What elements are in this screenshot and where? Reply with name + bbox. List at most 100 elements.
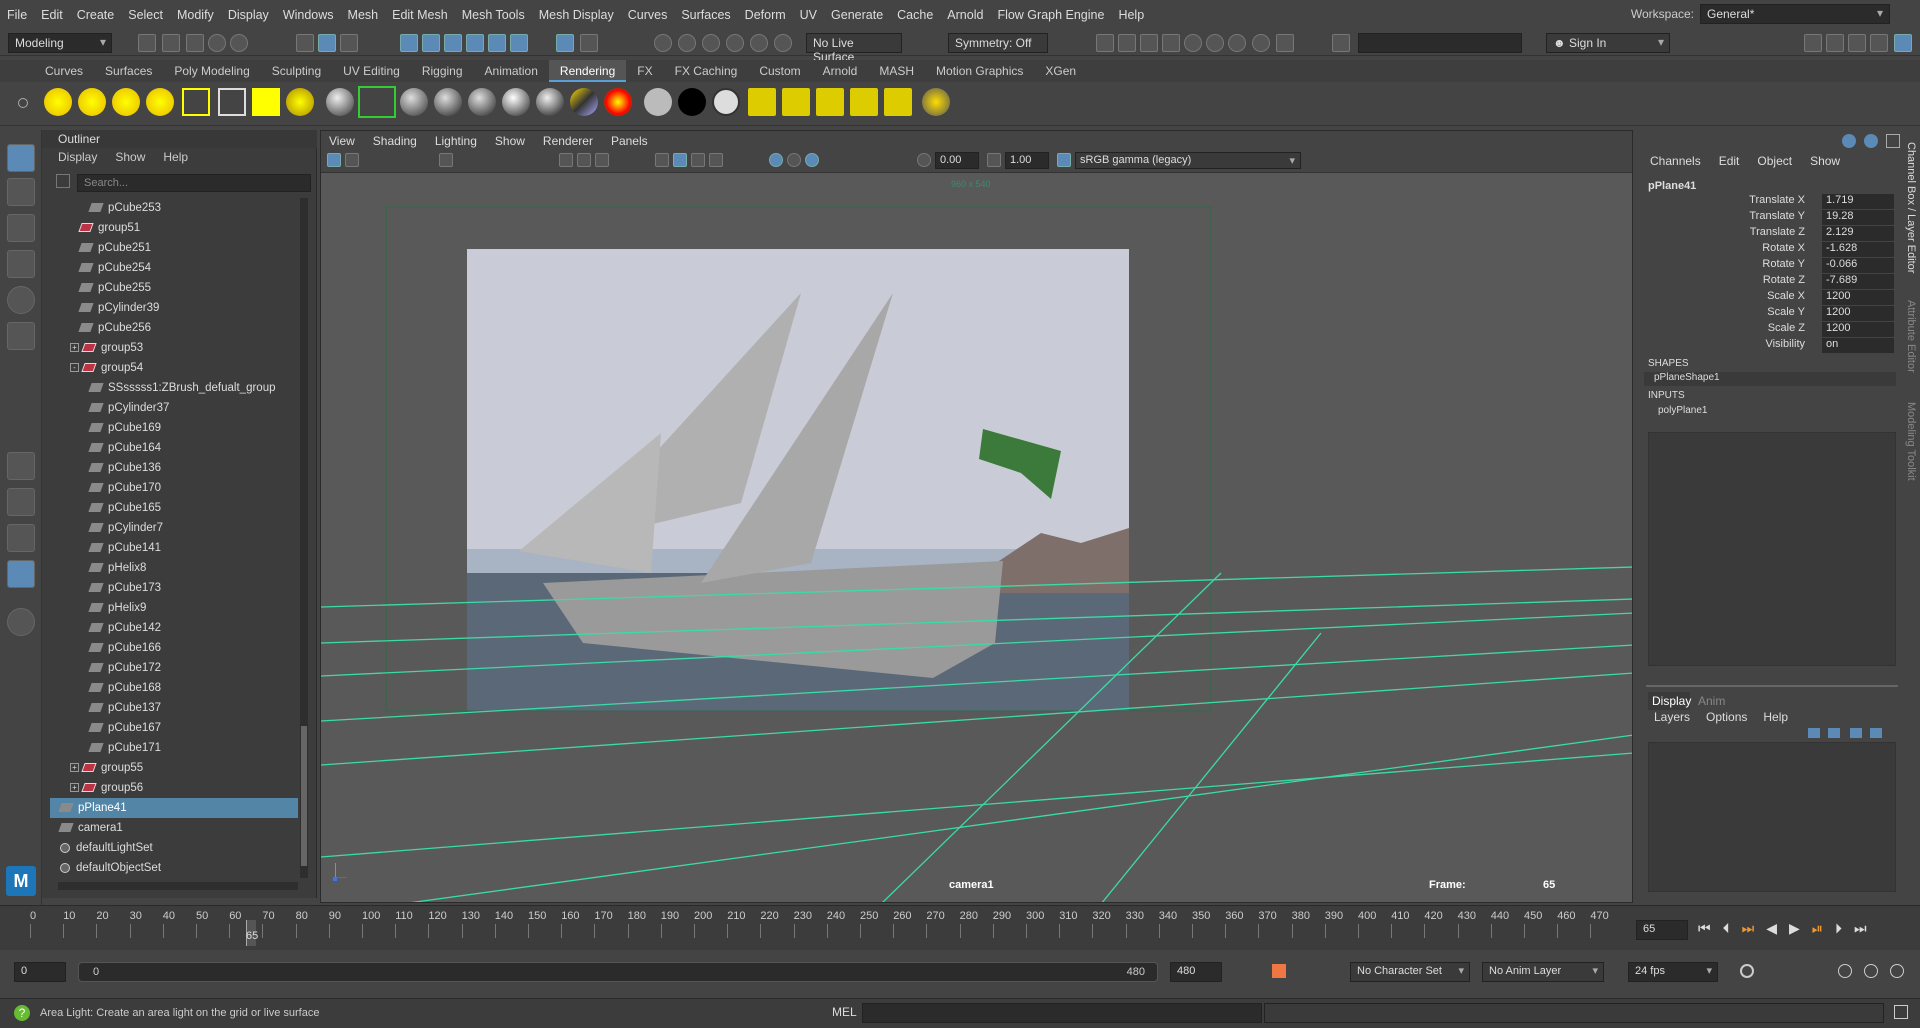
channel-attribute-value[interactable]: 19.28: [1822, 210, 1894, 225]
gamma-field[interactable]: 1.00: [1005, 152, 1049, 169]
tab-channel-box-layer-editor[interactable]: Channel Box / Layer Editor: [1905, 142, 1917, 273]
ipr-icon[interactable]: [750, 34, 768, 52]
panel-divider[interactable]: [1646, 685, 1898, 687]
rotate-tool-icon[interactable]: [7, 286, 35, 314]
channel-attribute-name[interactable]: Scale Y: [1767, 306, 1805, 318]
shelf-tab-mash[interactable]: MASH: [868, 60, 925, 82]
ai-standard-surface-icon[interactable]: [644, 88, 672, 116]
layer-menu-layers[interactable]: Layers: [1654, 710, 1690, 724]
hypershade-icon[interactable]: [1184, 34, 1202, 52]
outliner-item[interactable]: pCube253: [50, 198, 298, 218]
point-light-icon[interactable]: [112, 88, 140, 116]
channel-attribute-name[interactable]: Scale Z: [1768, 322, 1805, 334]
menu-create[interactable]: Create: [70, 8, 122, 22]
time-slider[interactable]: 0 10 20 30 40 50 60 70 80 90 100 110 120 130 140 150 160…: [0, 905, 1920, 950]
tab-display[interactable]: Display: [1648, 692, 1691, 710]
menu-set-dropdown[interactable]: Modeling: [8, 33, 112, 53]
construction-history-icon[interactable]: [654, 34, 672, 52]
blinn-material-icon[interactable]: [326, 88, 354, 116]
output-ops-icon[interactable]: [702, 34, 720, 52]
outliner-item[interactable]: pCube255: [50, 278, 298, 298]
perspective-viewport[interactable]: View Shading Lighting Show Renderer Panels 0.…: [320, 130, 1633, 903]
menu-arnold[interactable]: Arnold: [940, 8, 990, 22]
channel-attribute-name[interactable]: Translate Y: [1749, 210, 1805, 222]
channel-attribute-value[interactable]: 1200: [1822, 322, 1894, 337]
fps-dropdown[interactable]: 24 fps: [1628, 962, 1718, 982]
outliner-item[interactable]: pCube164: [50, 438, 298, 458]
channel-box-icon[interactable]: [1870, 34, 1888, 52]
loop-icon[interactable]: [1740, 964, 1754, 978]
expand-toggle-icon[interactable]: +: [70, 763, 79, 773]
viewport-menu-view[interactable]: View: [329, 131, 355, 151]
move-layer-down-icon[interactable]: [1828, 728, 1840, 738]
character-set-dropdown[interactable]: No Character Set: [1350, 962, 1470, 982]
help-icon[interactable]: ?: [14, 1005, 30, 1021]
four-view-icon[interactable]: [7, 488, 35, 516]
symmetry-dropdown[interactable]: Symmetry: Off: [948, 33, 1048, 53]
sign-in-button[interactable]: ☻ Sign In: [1546, 33, 1670, 53]
outliner-item[interactable]: pHelix8: [50, 558, 298, 578]
outliner-item[interactable]: + group53: [50, 338, 298, 358]
channel-attribute-name[interactable]: Rotate X: [1762, 242, 1805, 254]
viewport-menu-show[interactable]: Show: [495, 131, 525, 151]
smooth-shade-icon[interactable]: [673, 153, 687, 167]
select-object-icon[interactable]: [318, 34, 336, 52]
lambert-material-icon[interactable]: [400, 88, 428, 116]
shelf-tab-rendering[interactable]: Rendering: [548, 60, 627, 82]
shelf-tab-motion-graphics[interactable]: Motion Graphics: [925, 60, 1034, 82]
open-scene-icon[interactable]: [162, 34, 180, 52]
lock-icon[interactable]: [580, 34, 598, 52]
area-light-icon[interactable]: [182, 88, 210, 116]
outliner-menu-display[interactable]: Display: [58, 150, 97, 168]
select-hierarchy-icon[interactable]: [296, 34, 314, 52]
menu-edit[interactable]: Edit: [34, 8, 70, 22]
spot-light-icon[interactable]: [146, 88, 174, 116]
new-layer-icon[interactable]: [1850, 728, 1862, 738]
outliner-item[interactable]: + group56: [50, 778, 298, 798]
render-current-icon[interactable]: [782, 88, 810, 116]
layer-menu-help[interactable]: Help: [1763, 710, 1788, 724]
script-language-label[interactable]: MEL: [832, 1005, 857, 1019]
camera-attributes-icon[interactable]: [345, 153, 359, 167]
menu-mesh-display[interactable]: Mesh Display: [532, 8, 621, 22]
outliner-item[interactable]: pHelix9: [50, 598, 298, 618]
script-editor-icon[interactable]: [1894, 1005, 1908, 1019]
move-tool-icon[interactable]: [7, 250, 35, 278]
go-to-start-icon[interactable]: ⏮: [1698, 920, 1711, 937]
outliner-item[interactable]: pCube172: [50, 658, 298, 678]
directional-light-icon[interactable]: [78, 88, 106, 116]
channel-attribute-name[interactable]: Rotate Z: [1763, 274, 1805, 286]
pause-render-icon[interactable]: [1276, 34, 1294, 52]
expand-toggle-icon[interactable]: +: [70, 783, 79, 793]
outliner-item[interactable]: pCube142: [50, 618, 298, 638]
tab-attribute-editor[interactable]: Attribute Editor: [1905, 300, 1917, 373]
outliner-layout-icon[interactable]: [7, 560, 35, 588]
outliner-search-input[interactable]: Search...: [77, 174, 311, 192]
menu-cache[interactable]: Cache: [890, 8, 940, 22]
menu-mesh-tools[interactable]: Mesh Tools: [455, 8, 532, 22]
outliner-item[interactable]: pCube254: [50, 258, 298, 278]
save-scene-icon[interactable]: [186, 34, 204, 52]
outliner-item[interactable]: pCube166: [50, 638, 298, 658]
render-sequence-shelf-icon[interactable]: [816, 88, 844, 116]
redo-icon[interactable]: [230, 34, 248, 52]
current-frame-field[interactable]: 65: [1636, 920, 1688, 940]
shelf-tab-sculpting[interactable]: Sculpting: [261, 60, 332, 82]
textured-icon[interactable]: [691, 153, 705, 167]
menu-curves[interactable]: Curves: [621, 8, 675, 22]
step-back-key-icon[interactable]: ⏭: [1742, 920, 1755, 937]
command-line-input[interactable]: [862, 1003, 1262, 1023]
menu-uv[interactable]: UV: [793, 8, 824, 22]
shape-node[interactable]: pPlaneShape1: [1644, 372, 1896, 386]
outliner-item[interactable]: pCube169: [50, 418, 298, 438]
shelf-tab-surfaces[interactable]: Surfaces: [94, 60, 163, 82]
channel-attribute-value[interactable]: -1.628: [1822, 242, 1894, 257]
shelf-tab-animation[interactable]: Animation: [474, 60, 549, 82]
new-layer-selected-icon[interactable]: [1870, 728, 1882, 738]
menu-windows[interactable]: Windows: [276, 8, 341, 22]
play-backward-icon[interactable]: ◀: [1766, 920, 1777, 937]
menu-surfaces[interactable]: Surfaces: [674, 8, 737, 22]
outliner-item[interactable]: camera1: [50, 818, 298, 838]
end-time-field[interactable]: 480: [1170, 962, 1222, 982]
channel-attribute-name[interactable]: Visibility: [1765, 338, 1805, 350]
